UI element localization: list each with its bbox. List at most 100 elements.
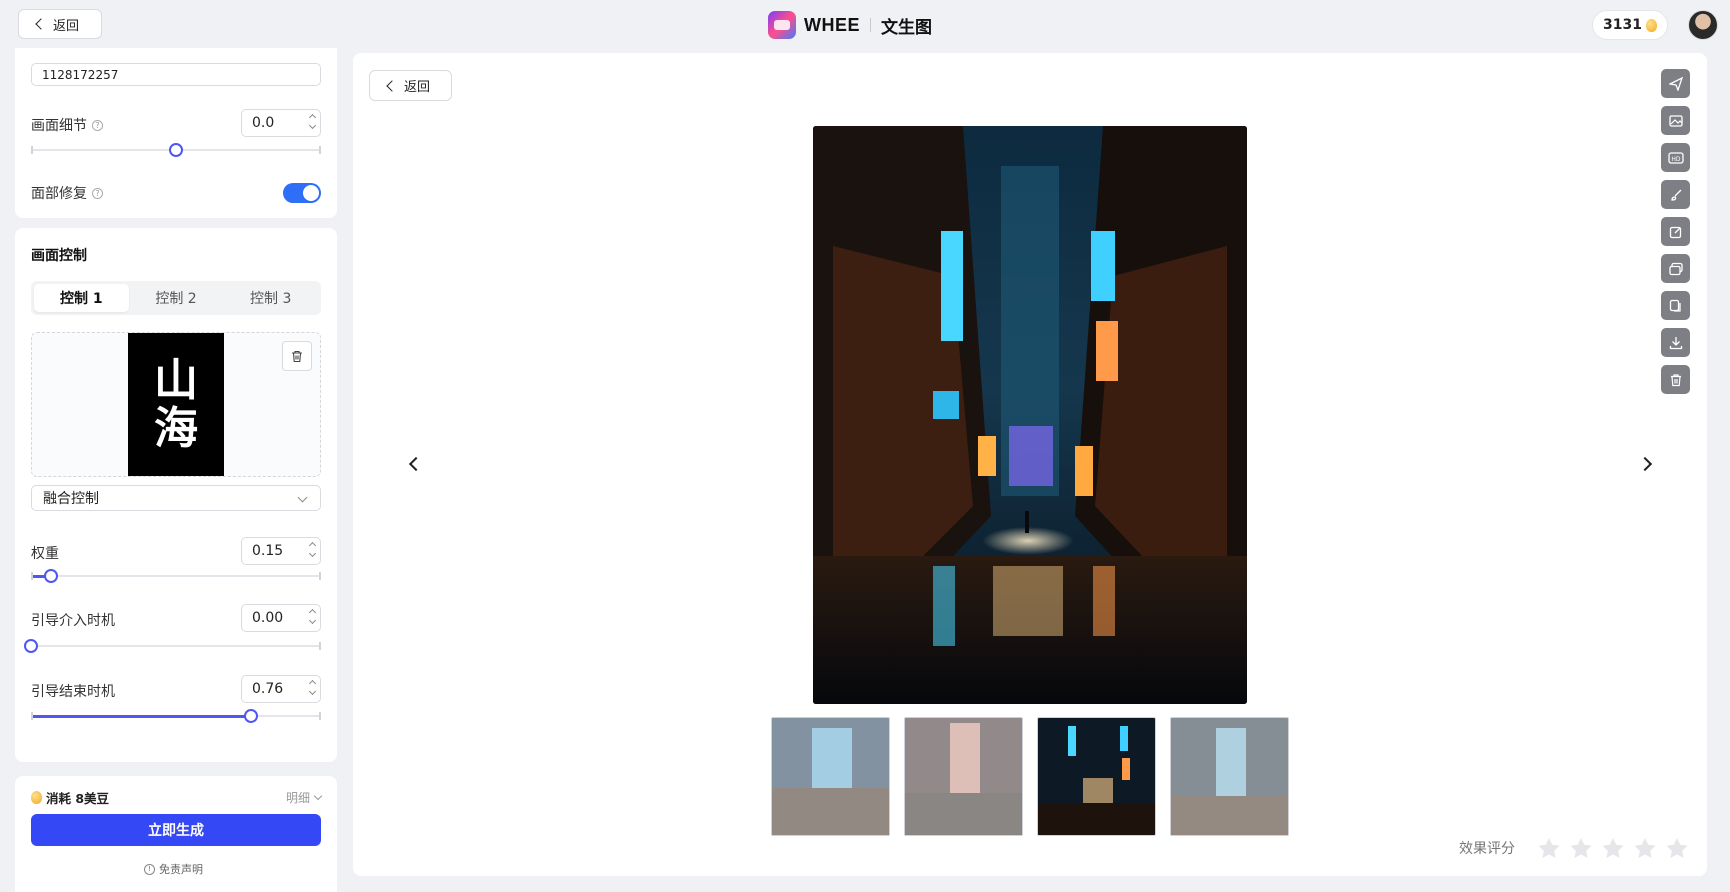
trash-icon bbox=[292, 350, 302, 362]
chevron-left-icon bbox=[386, 79, 398, 92]
rating-label: 效果评分 bbox=[1459, 841, 1515, 857]
stepper-icon[interactable] bbox=[308, 113, 317, 130]
tab-control-2[interactable]: 控制 2 bbox=[129, 284, 224, 312]
control-image-char-1: 山 bbox=[154, 354, 198, 406]
face-fix-label: 面部修复 ? bbox=[31, 183, 103, 203]
stepper-icon[interactable] bbox=[308, 608, 317, 625]
cost-label: 消耗 8美豆 bbox=[46, 790, 110, 806]
slider-handle[interactable] bbox=[24, 639, 38, 653]
weight-number-input[interactable]: 0.15 bbox=[241, 537, 321, 565]
tab-control-3[interactable]: 控制 3 bbox=[223, 284, 318, 312]
cost-row: 消耗 8美豆 明细 bbox=[31, 788, 323, 806]
star-icon[interactable] bbox=[1601, 837, 1625, 859]
guide-start-label: 引导介入时机 bbox=[31, 613, 115, 629]
disclaimer-link[interactable]: ! 免责声明 bbox=[144, 861, 203, 877]
brand: WHEE 文生图 bbox=[768, 11, 932, 39]
image-toolbar: HD bbox=[1661, 69, 1690, 394]
stepper-icon[interactable] bbox=[308, 541, 317, 558]
brand-name: WHEE bbox=[804, 14, 860, 35]
generated-image bbox=[813, 126, 1247, 704]
svg-text:HD: HD bbox=[1671, 156, 1681, 163]
thumbnail-image bbox=[1038, 718, 1155, 835]
generate-button[interactable]: 立即生成 bbox=[31, 814, 321, 846]
guide-start-value: 0.00 bbox=[252, 610, 284, 626]
help-icon[interactable]: ? bbox=[92, 187, 103, 199]
download-icon[interactable] bbox=[1661, 328, 1690, 357]
disclaimer-label: 免责声明 bbox=[159, 863, 203, 876]
thumbnail-2[interactable] bbox=[904, 717, 1023, 836]
detail-label-text: 画面细节 bbox=[31, 118, 87, 134]
thumbnail-4[interactable] bbox=[1170, 717, 1289, 836]
thumbnail-1[interactable] bbox=[771, 717, 890, 836]
credits-value: 3131 bbox=[1603, 17, 1642, 33]
send-icon[interactable] bbox=[1661, 69, 1690, 98]
detail-slider[interactable] bbox=[31, 142, 321, 158]
detail-number-input[interactable]: 0.0 bbox=[241, 109, 321, 137]
seed-input[interactable]: 1128172257 bbox=[31, 63, 321, 86]
slider-handle[interactable] bbox=[244, 709, 259, 723]
chevron-down-icon bbox=[297, 492, 308, 503]
guide-end-value: 0.76 bbox=[252, 681, 284, 697]
guide-end-label: 引导结束时机 bbox=[31, 684, 115, 700]
preview-back-button[interactable]: 返回 bbox=[369, 70, 452, 101]
control-type-value: 融合控制 bbox=[43, 491, 99, 507]
cost-detail-label: 明细 bbox=[285, 791, 310, 805]
brand-divider bbox=[870, 18, 871, 32]
rating-stars bbox=[1537, 837, 1689, 859]
info-icon: ! bbox=[144, 863, 155, 875]
duplicate-icon[interactable] bbox=[1661, 291, 1690, 320]
image-copy-icon[interactable] bbox=[1661, 254, 1690, 283]
slider-handle[interactable] bbox=[44, 569, 59, 583]
top-bar: 返回 WHEE 文生图 3131 bbox=[0, 0, 1730, 48]
guide-start-slider[interactable] bbox=[24, 638, 321, 654]
star-icon[interactable] bbox=[1537, 837, 1561, 859]
credits-badge[interactable]: 3131 bbox=[1592, 10, 1668, 40]
edit-icon[interactable] bbox=[1661, 217, 1690, 246]
star-icon[interactable] bbox=[1633, 837, 1657, 859]
guide-start-number-input[interactable]: 0.00 bbox=[241, 604, 321, 632]
avatar[interactable] bbox=[1688, 10, 1718, 40]
cost-detail-link[interactable]: 明细 bbox=[285, 789, 323, 806]
weight-label: 权重 bbox=[31, 546, 59, 562]
control-image: 山 海 bbox=[128, 333, 224, 476]
stepper-icon[interactable] bbox=[308, 679, 317, 696]
thumbnail-image bbox=[905, 718, 1022, 835]
delete-control-image-button[interactable] bbox=[282, 341, 312, 371]
tab-control-1[interactable]: 控制 1 bbox=[34, 284, 129, 312]
chevron-left-icon bbox=[35, 18, 47, 30]
page-title: 文生图 bbox=[881, 17, 932, 38]
star-icon[interactable] bbox=[1665, 837, 1689, 859]
whee-logo-icon bbox=[768, 11, 796, 39]
weight-value: 0.15 bbox=[252, 543, 284, 559]
bean-icon bbox=[31, 790, 42, 804]
hd-icon[interactable]: HD bbox=[1661, 143, 1690, 172]
detail-label: 画面细节 ? bbox=[31, 115, 103, 135]
star-icon[interactable] bbox=[1569, 837, 1593, 859]
neon-alley-image bbox=[813, 126, 1247, 704]
thumbnail-image bbox=[772, 718, 889, 835]
thumbnail-3-selected[interactable] bbox=[1037, 717, 1156, 836]
control-image-char-2: 海 bbox=[154, 402, 198, 454]
control-type-select[interactable]: 融合控制 bbox=[31, 485, 321, 511]
control-image-upload[interactable]: 山 海 bbox=[31, 332, 321, 477]
face-fix-toggle[interactable] bbox=[283, 183, 321, 203]
guide-end-slider[interactable] bbox=[31, 708, 321, 724]
guide-end-number-input[interactable]: 0.76 bbox=[241, 675, 321, 703]
help-icon[interactable]: ? bbox=[92, 119, 103, 131]
detail-value: 0.0 bbox=[252, 115, 275, 131]
control-section-title: 画面控制 bbox=[31, 248, 87, 264]
back-label: 返回 bbox=[53, 18, 80, 34]
slider-handle[interactable] bbox=[169, 143, 183, 157]
weight-slider[interactable] bbox=[31, 568, 321, 584]
trash-icon[interactable] bbox=[1661, 365, 1690, 394]
rating-bar: 效果评分 bbox=[1459, 837, 1689, 859]
control-tabs: 控制 1 控制 2 控制 3 bbox=[31, 281, 321, 315]
thumbnail-image bbox=[1171, 718, 1288, 835]
bean-icon bbox=[1645, 18, 1657, 32]
face-fix-label-text: 面部修复 bbox=[31, 186, 87, 202]
header-back-button[interactable]: 返回 bbox=[18, 9, 102, 39]
brush-icon[interactable] bbox=[1661, 180, 1690, 209]
chevron-down-icon bbox=[313, 791, 323, 800]
back-label: 返回 bbox=[404, 80, 431, 95]
image-edit-icon[interactable] bbox=[1661, 106, 1690, 135]
